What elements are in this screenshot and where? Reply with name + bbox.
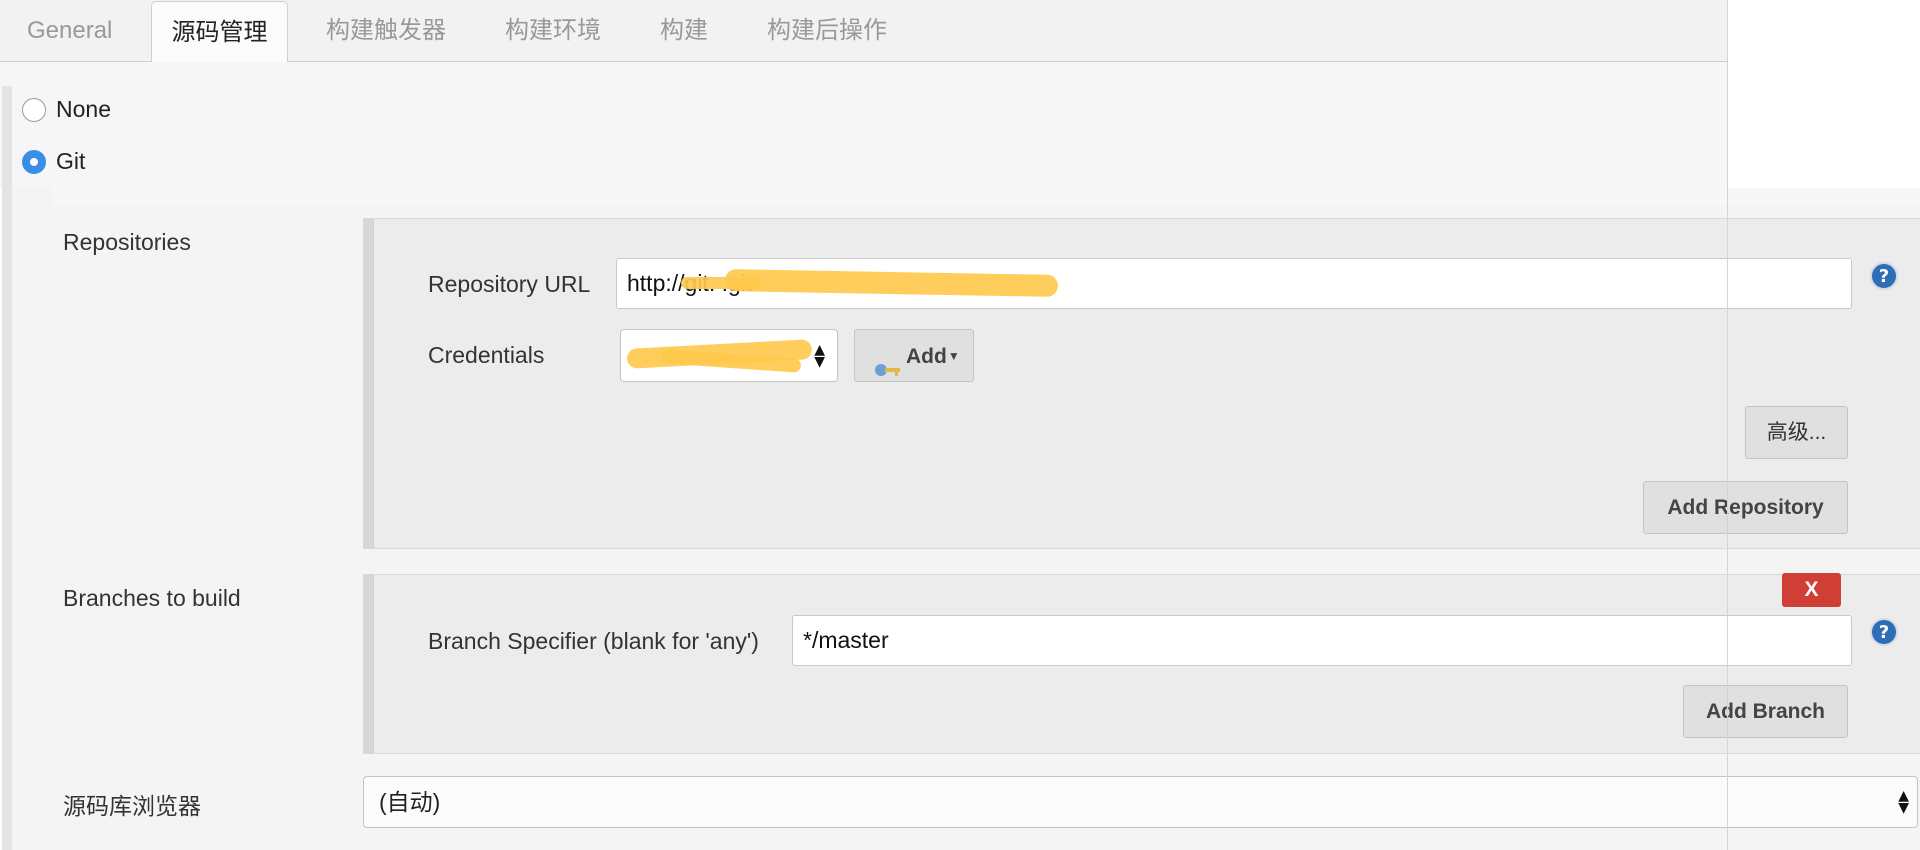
- branch-drag-handle[interactable]: [363, 575, 373, 753]
- add-branch-button[interactable]: Add Branch: [1683, 685, 1848, 738]
- scm-option-git-label: Git: [56, 148, 86, 174]
- add-repository-button[interactable]: Add Repository: [1643, 481, 1848, 534]
- add-credentials-label: Add: [906, 344, 947, 368]
- tab-bar: General 源码管理 构建触发器 构建环境 构建 构建后操作: [0, 0, 1727, 64]
- tab-post-build-actions[interactable]: 构建后操作: [767, 0, 887, 61]
- repository-browser-label: 源码库浏览器: [63, 793, 201, 819]
- advanced-button[interactable]: 高级...: [1745, 406, 1848, 459]
- add-credentials-button[interactable]: Add▼: [854, 329, 974, 382]
- credentials-label: Credentials: [428, 342, 545, 368]
- git-config-header-strip: [53, 188, 1920, 205]
- tab-build[interactable]: 构建: [660, 0, 708, 61]
- radio-none[interactable]: [22, 97, 46, 122]
- radio-git[interactable]: [22, 149, 46, 174]
- tab-source-code-management[interactable]: 源码管理: [151, 1, 288, 64]
- branch-block-divider: [373, 575, 374, 753]
- tab-general[interactable]: General: [27, 0, 112, 61]
- up-down-arrows-icon: ▲ ▼: [814, 341, 825, 370]
- repository-drag-handle[interactable]: [363, 219, 373, 548]
- help-icon[interactable]: ?: [1870, 262, 1898, 290]
- repository-browser-select[interactable]: (自动) ▲ ▼: [363, 776, 1918, 828]
- tab-build-environment[interactable]: 构建环境: [505, 0, 601, 61]
- repository-browser-value: (自动): [379, 789, 441, 815]
- scm-option-none[interactable]: None: [22, 96, 111, 123]
- redaction-mark: [681, 277, 761, 289]
- caret-down-icon: ▼: [947, 348, 960, 363]
- branch-specifier-input[interactable]: */master: [792, 615, 1852, 666]
- repository-url-label: Repository URL: [428, 271, 591, 297]
- content-boundary-line: [1727, 0, 1728, 850]
- repository-block: Repository URL http://git. .git Credenti…: [363, 218, 1920, 549]
- repositories-label: Repositories: [63, 229, 191, 255]
- delete-branch-button[interactable]: X: [1782, 573, 1841, 607]
- scm-option-git[interactable]: Git: [22, 148, 85, 175]
- help-icon[interactable]: ?: [1870, 618, 1898, 646]
- repository-block-divider: [373, 219, 374, 548]
- section-left-border: [2, 86, 12, 850]
- branch-block: Branch Specifier (blank for 'any') */mas…: [363, 574, 1920, 754]
- scm-options-panel: [0, 62, 1727, 188]
- branch-specifier-label: Branch Specifier (blank for 'any'): [428, 628, 759, 654]
- branches-to-build-label: Branches to build: [63, 585, 241, 611]
- tab-build-triggers[interactable]: 构建触发器: [326, 0, 446, 61]
- scm-option-none-label: None: [56, 96, 111, 122]
- key-icon: [874, 347, 902, 377]
- credentials-select[interactable]: ▲ ▼: [620, 329, 838, 382]
- up-down-arrows-icon: ▲ ▼: [1898, 788, 1909, 816]
